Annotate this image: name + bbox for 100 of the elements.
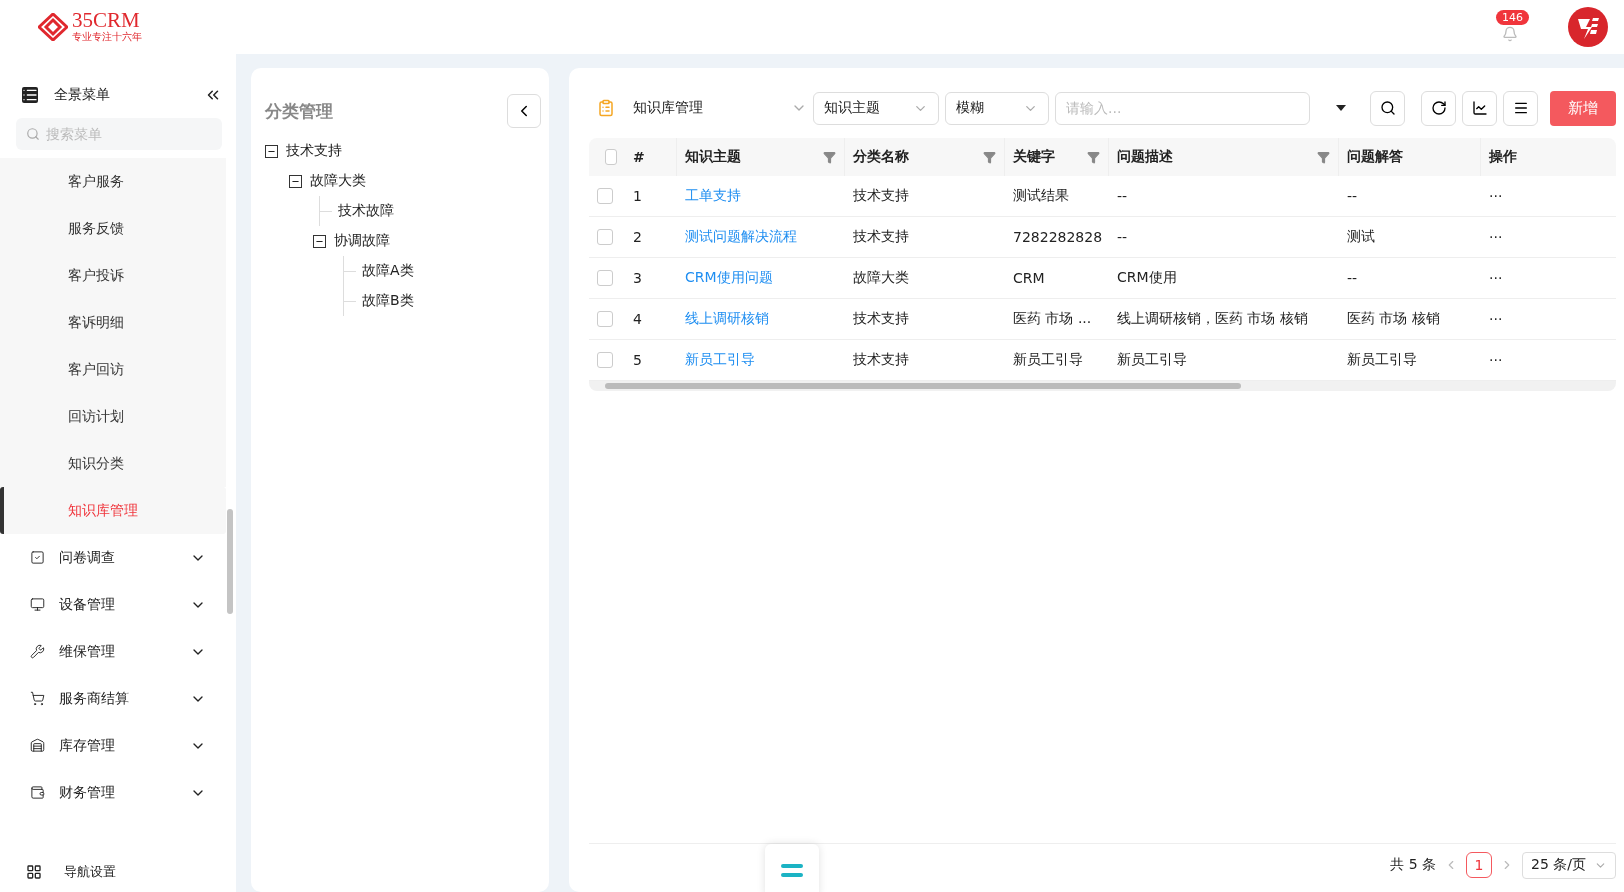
menu-item[interactable]: 知识库管理 xyxy=(0,487,226,534)
tree-node[interactable]: 故障B类 xyxy=(362,292,414,310)
nav-settings-link[interactable]: 导航设置 xyxy=(64,863,116,881)
column-header: # xyxy=(625,138,677,176)
menu-item[interactable]: 客户回访 xyxy=(0,346,226,393)
topic-link[interactable]: 线上调研核销 xyxy=(677,310,845,328)
topic-link[interactable]: CRM使用问题 xyxy=(677,269,845,287)
column-header: 分类名称 xyxy=(845,138,1005,176)
total-count: 共 5 条 xyxy=(1390,856,1436,874)
more-actions[interactable]: ··· xyxy=(1481,311,1616,327)
menu-item[interactable]: 客户投诉 xyxy=(0,252,226,299)
bell-icon[interactable] xyxy=(1502,26,1518,42)
menu-item[interactable]: 服务反馈 xyxy=(0,205,226,252)
avatar-logo[interactable] xyxy=(1568,7,1608,47)
scrollbar-thumb[interactable] xyxy=(227,509,233,614)
chart-button[interactable] xyxy=(1462,90,1497,126)
menu-group[interactable]: 问卷调查 xyxy=(59,548,176,567)
menu-group[interactable]: 服务商结算 xyxy=(59,689,176,708)
column-header: 问题解答 xyxy=(1339,138,1481,176)
table-cell-text: 医药 市场 ... xyxy=(1012,310,1093,328)
cart-icon xyxy=(30,691,45,706)
caret-icon[interactable] xyxy=(1336,105,1346,111)
filter-icon[interactable] xyxy=(1087,150,1100,164)
table-cell-text: 1 xyxy=(632,188,643,204)
logo-tagline: 专业专注十六年 xyxy=(72,30,142,44)
table-cell-text: 测试结果 xyxy=(1012,187,1070,205)
wrench-icon xyxy=(30,644,45,659)
search-input[interactable]: 请输入... xyxy=(1055,91,1310,125)
menu-item[interactable]: 客诉明细 xyxy=(0,299,226,346)
warehouse-icon xyxy=(30,738,45,753)
search-field[interactable]: 搜索菜单 xyxy=(16,118,222,150)
table-cell-text: 技术支持 xyxy=(852,187,910,205)
collapse-icon[interactable] xyxy=(313,234,326,248)
collapse-icon[interactable] xyxy=(265,144,278,158)
table-cell-text: 技术支持 xyxy=(852,310,910,328)
more-actions[interactable]: ··· xyxy=(1481,352,1616,368)
table-cell-text: 技术支持 xyxy=(852,228,910,246)
filter-icon[interactable] xyxy=(1317,150,1330,164)
horizontal-scrollbar[interactable] xyxy=(589,381,1616,391)
view-select[interactable]: 知识库管理 xyxy=(633,99,773,117)
table-cell-text: 故障大类 xyxy=(852,269,910,287)
table-cell-text: 新员工引导 xyxy=(1012,351,1084,369)
tree-node[interactable]: 技术支持 xyxy=(286,142,342,160)
more-actions[interactable]: ··· xyxy=(1481,270,1616,286)
checkbox[interactable] xyxy=(597,270,613,286)
match-select[interactable]: 模糊 xyxy=(945,91,1049,125)
table-cell-text: -- xyxy=(1116,188,1129,204)
menu-item[interactable]: 客户服务 xyxy=(0,158,226,205)
refresh-button[interactable] xyxy=(1421,90,1456,126)
search-icon xyxy=(26,127,40,141)
menu-group[interactable]: 库存管理 xyxy=(59,736,176,755)
field-select[interactable]: 知识主题 xyxy=(813,91,939,125)
table-cell-text: 2 xyxy=(632,229,643,245)
wallet-icon xyxy=(30,785,45,800)
table-cell-text: -- xyxy=(1346,188,1359,204)
table-cell-text: 新员工引导 xyxy=(1116,351,1188,369)
tree-node[interactable]: 故障A类 xyxy=(362,262,414,280)
checkbox[interactable] xyxy=(597,352,613,368)
column-header: 知识主题 xyxy=(677,138,845,176)
table-cell-text: 5 xyxy=(632,352,643,368)
filter-icon[interactable] xyxy=(823,150,836,164)
monitor-icon xyxy=(30,597,45,612)
checkbox[interactable] xyxy=(597,311,613,327)
table-cell-text: 测试 xyxy=(1346,228,1376,246)
page-button[interactable]: 1 xyxy=(1466,852,1492,878)
menu-icon xyxy=(1512,100,1529,116)
menu-group[interactable]: 财务管理 xyxy=(59,783,176,802)
logo-icon xyxy=(38,13,68,41)
drawer-handle[interactable] xyxy=(765,844,819,892)
checkbox[interactable] xyxy=(597,229,613,245)
menu-item[interactable]: 知识分类 xyxy=(0,440,226,487)
collapse-icon[interactable] xyxy=(289,174,302,188)
checkbox[interactable] xyxy=(605,149,617,165)
table-cell-text: 技术支持 xyxy=(852,351,910,369)
table-cell-text: 3 xyxy=(632,270,643,286)
tree-node[interactable]: 故障大类 xyxy=(310,172,366,190)
menu-item[interactable]: 回访计划 xyxy=(0,393,226,440)
filter-icon[interactable] xyxy=(983,150,996,164)
topic-link[interactable]: 工单支持 xyxy=(677,187,845,205)
menu-grid-icon xyxy=(22,87,38,103)
more-actions[interactable]: ··· xyxy=(1481,229,1616,245)
topic-link[interactable]: 测试问题解决流程 xyxy=(677,228,845,246)
line-chart-icon xyxy=(1471,100,1488,116)
tree-node[interactable]: 协调故障 xyxy=(334,232,390,250)
more-actions[interactable]: ··· xyxy=(1481,188,1616,204)
checkbox[interactable] xyxy=(597,188,613,204)
refresh-icon xyxy=(1430,100,1447,116)
tree-node[interactable]: 技术故障 xyxy=(338,202,394,220)
menu-group[interactable]: 维保管理 xyxy=(59,642,176,661)
topic-link[interactable]: 新员工引导 xyxy=(677,351,845,369)
checkbox-icon xyxy=(30,550,45,565)
table-cell-text: 4 xyxy=(632,311,643,327)
menu-button[interactable] xyxy=(1503,90,1538,126)
menu-group[interactable]: 设备管理 xyxy=(59,595,176,614)
sidebar-title: 全景菜单 xyxy=(54,86,110,104)
table-cell-text: 新员工引导 xyxy=(1346,351,1418,369)
collapse-button[interactable] xyxy=(507,94,541,128)
search-button[interactable] xyxy=(1370,90,1405,126)
clipboard-icon xyxy=(597,99,615,117)
page-size-select[interactable]: 25 条/页 xyxy=(1522,851,1616,879)
